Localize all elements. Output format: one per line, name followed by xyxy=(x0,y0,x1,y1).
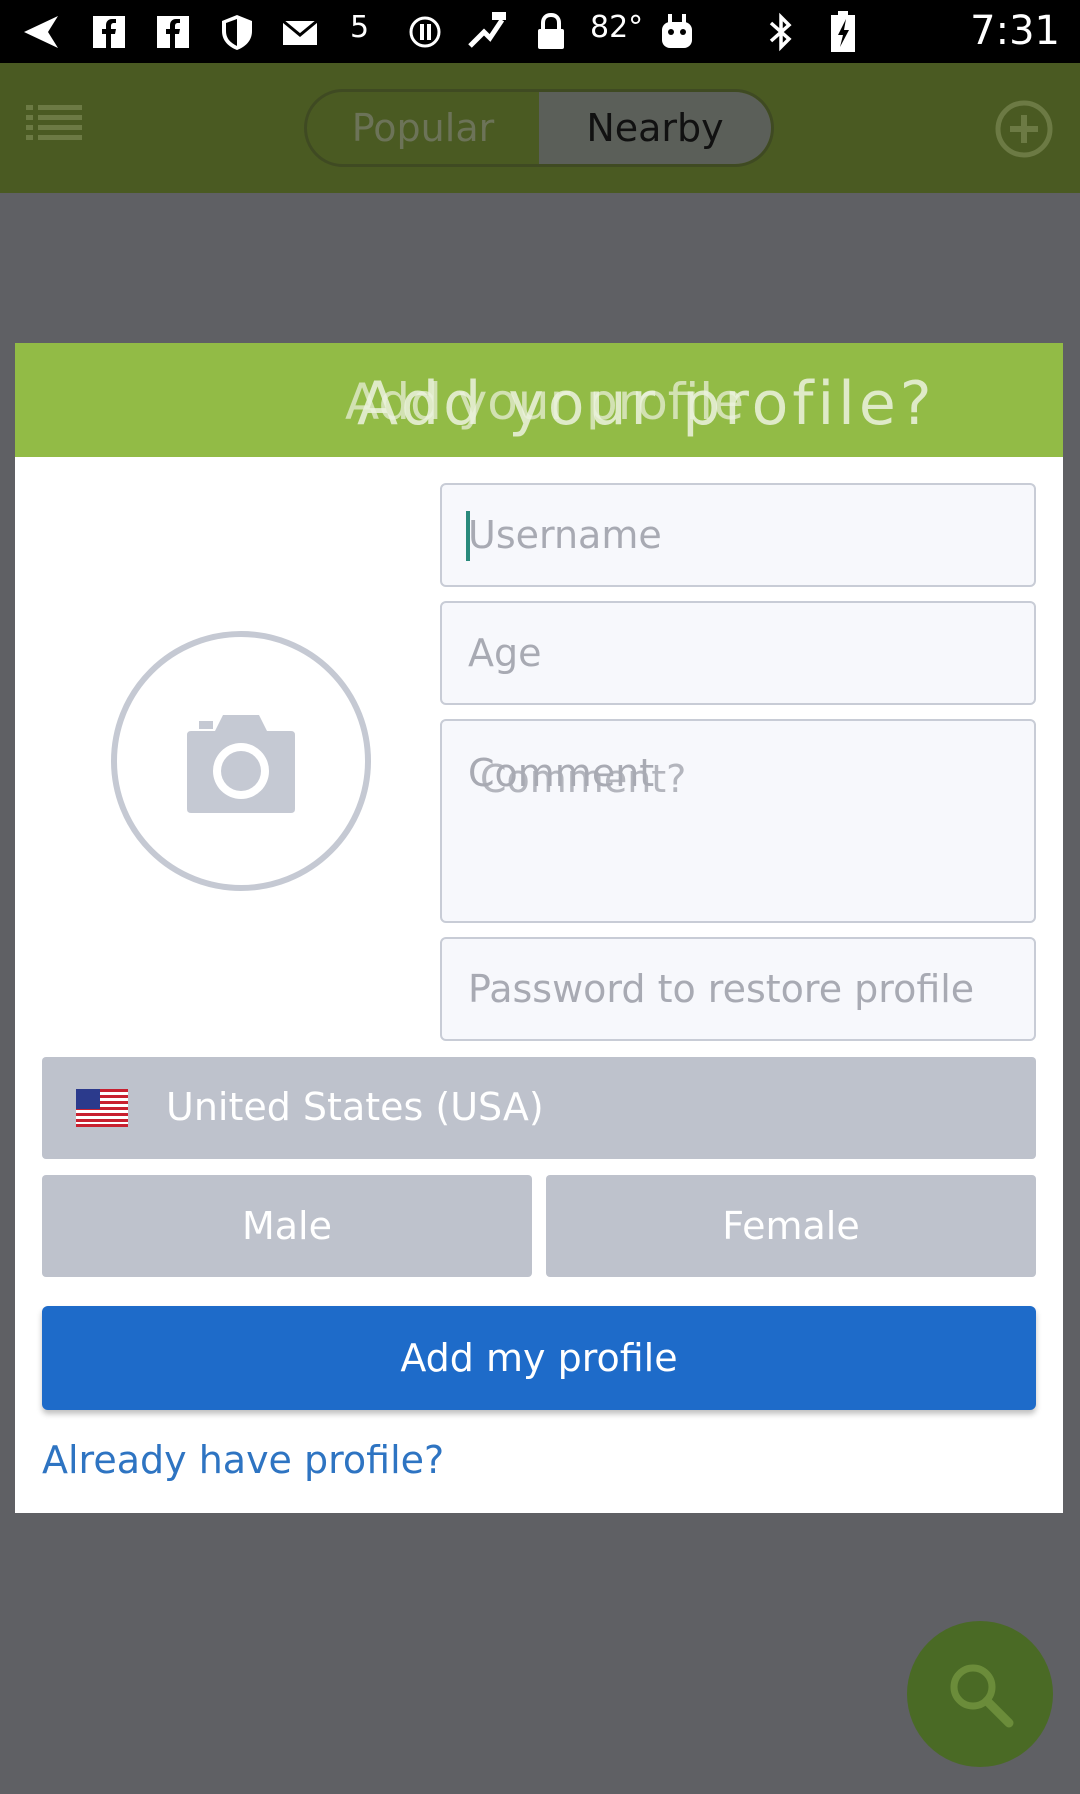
status-bar: 5 82° 7:31 xyxy=(0,0,1080,63)
add-circle-icon[interactable] xyxy=(994,99,1054,159)
clock: 7:31 xyxy=(970,8,1060,54)
already-have-profile-link[interactable]: Already have profile? xyxy=(42,1438,444,1482)
comment-placeholder-overlay: Comment? xyxy=(480,757,687,801)
tab-popular[interactable]: Popular xyxy=(307,92,539,164)
lock-icon xyxy=(536,12,566,52)
notification-count: 5 xyxy=(350,10,370,45)
camera-icon xyxy=(187,715,295,813)
android-robot-icon xyxy=(660,12,694,52)
search-fab[interactable] xyxy=(907,1621,1053,1767)
menu-icon[interactable] xyxy=(26,103,82,153)
add-my-profile-button[interactable]: Add my profile xyxy=(42,1306,1036,1410)
bluetooth-icon xyxy=(766,12,796,52)
facebook-icon-2 xyxy=(156,12,190,52)
country-selector[interactable]: United States (USA) xyxy=(42,1057,1036,1159)
username-placeholder: Username xyxy=(468,513,662,557)
comment-input[interactable]: Comment Comment? xyxy=(440,719,1036,923)
search-icon xyxy=(950,1664,1014,1728)
dialog-header: Add your profile Add your profile? xyxy=(15,343,1063,457)
fake-gps-icon xyxy=(464,12,508,52)
us-flag-icon xyxy=(76,1089,128,1127)
username-input[interactable]: Username xyxy=(440,483,1036,587)
add-profile-dialog: Add your profile Add your profile? Usern… xyxy=(15,343,1063,1513)
country-label: United States (USA) xyxy=(166,1085,544,1129)
mail-icon xyxy=(282,12,318,52)
temperature: 82° xyxy=(590,10,644,45)
age-input[interactable]: Age xyxy=(440,601,1036,705)
tab-nearby[interactable]: Nearby xyxy=(539,92,771,164)
battery-icon xyxy=(828,11,858,52)
circle-p-icon xyxy=(408,12,442,52)
age-placeholder: Age xyxy=(468,631,542,675)
tab-switch: Popular Nearby xyxy=(304,89,774,167)
dialog-title: Add your profile? xyxy=(357,369,936,439)
gender-female-button[interactable]: Female xyxy=(546,1175,1036,1277)
profile-photo-picker[interactable] xyxy=(111,631,371,891)
gender-male-button[interactable]: Male xyxy=(42,1175,532,1277)
password-placeholder: Password to restore profile xyxy=(468,967,975,1011)
facebook-icon xyxy=(92,12,126,52)
password-input[interactable]: Password to restore profile xyxy=(440,937,1036,1041)
navigation-icon xyxy=(20,12,60,52)
app-bar: Popular Nearby xyxy=(0,63,1080,193)
shield-icon xyxy=(220,12,254,52)
